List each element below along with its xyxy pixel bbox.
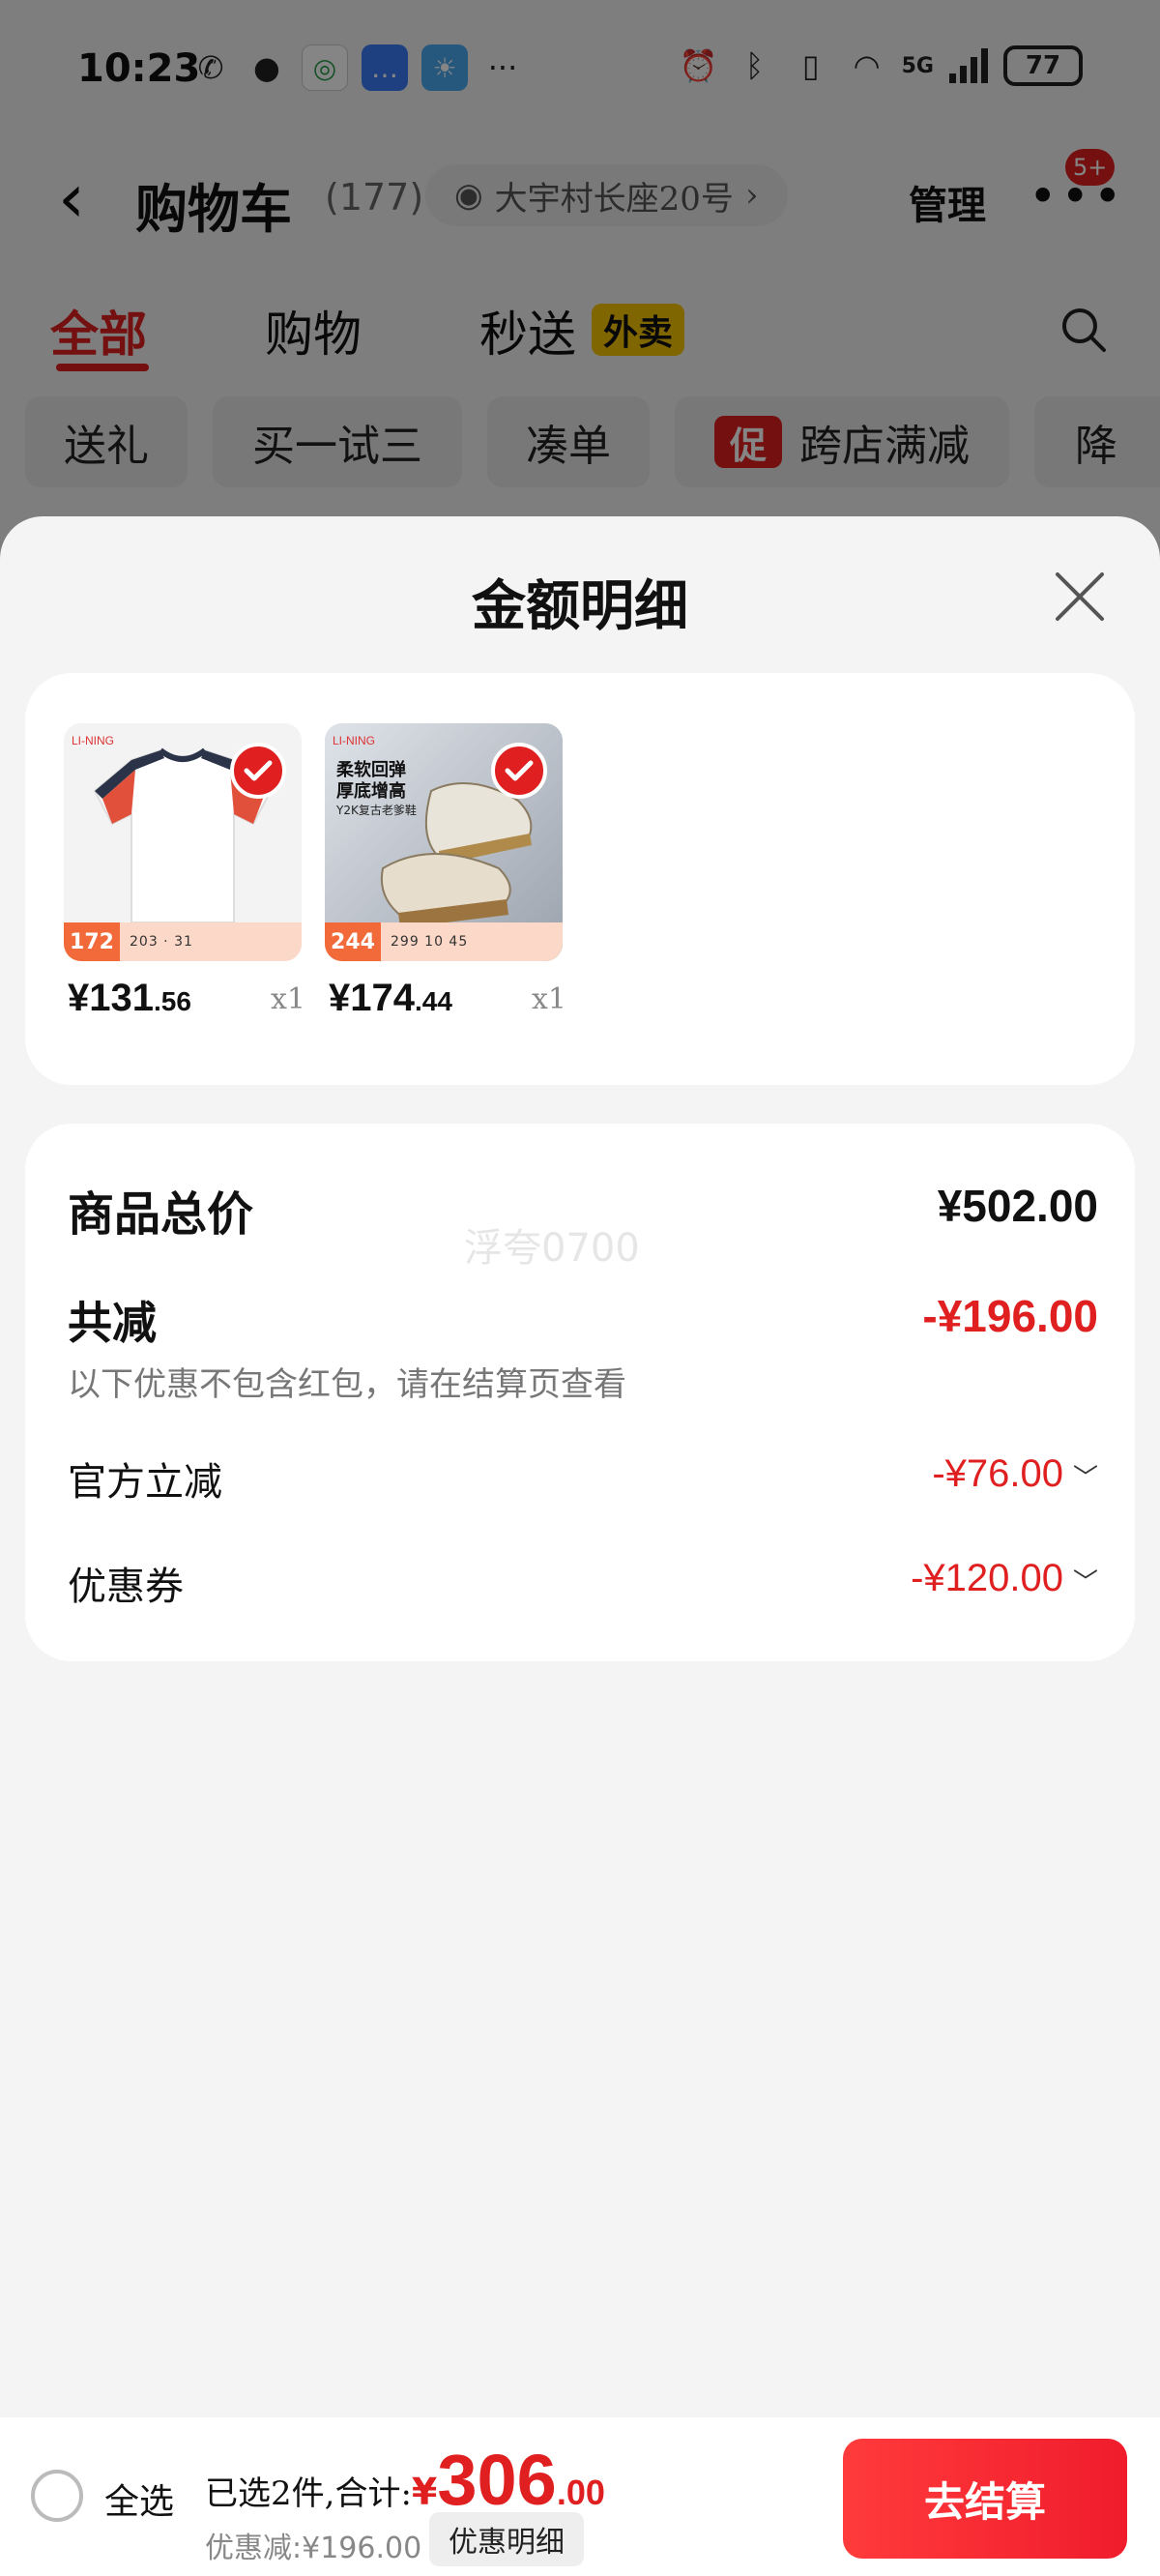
strip-price: 172 — [64, 922, 120, 961]
promo-text-2: 厚底增高 — [336, 780, 406, 802]
strip-price: 244 — [325, 922, 381, 961]
official-discount-label: 官方立减 — [68, 1460, 222, 1505]
checkout-label: 去结算 — [923, 2477, 1046, 2526]
selected-count-text: 已选2件,合计: — [205, 2474, 412, 2513]
total-reduction-row: 共减 -¥196.00 以下优惠不包含红包，请在结算页查看 — [68, 1288, 1098, 1414]
checked-icon[interactable] — [491, 743, 547, 799]
product-price: ¥131.56 — [68, 977, 191, 1020]
checked-icon[interactable] — [230, 743, 286, 799]
price-integer: ¥131 — [68, 977, 154, 1019]
reduction-note: 以下优惠不包含红包，请在结算页查看 — [68, 1365, 626, 1404]
selected-products-card: LI-NING 172 203 · 31 ¥131.56 x1 LI-NING … — [25, 673, 1135, 1085]
total-decimal: .00 — [556, 2473, 605, 2512]
price-decimal: .44 — [414, 986, 452, 1016]
coupon-value: -¥120.00 ﹀ — [911, 1557, 1098, 1600]
total-reduction-value: -¥196.00 — [922, 1291, 1098, 1341]
select-all-checkbox[interactable] — [31, 2470, 83, 2522]
official-discount-amount: -¥76.00 — [932, 1452, 1063, 1495]
checkout-bar: 全选 已选2件,合计: ¥ 306 .00 优惠减:¥196.00 优惠明细 去… — [0, 2417, 1160, 2576]
sheet-title: 金额明细 — [472, 574, 688, 638]
discount-detail-button[interactable]: 优惠明细 — [429, 2512, 584, 2566]
product-price-strip: 172 203 · 31 — [64, 922, 302, 961]
product-price: ¥174.44 — [329, 977, 452, 1020]
coupon-row[interactable]: 优惠券 -¥120.00 ﹀ — [68, 1555, 1098, 1617]
product-item[interactable]: LI-NING 柔软回弹 厚底增高 Y2K复古老爹鞋 244 299 10 45… — [325, 723, 566, 1019]
total-price-value: ¥502.00 — [937, 1181, 1098, 1231]
discount-summary: 优惠减:¥196.00 — [205, 2532, 422, 2565]
price-decimal: .56 — [153, 986, 191, 1016]
promo-text-3: Y2K复古老爹鞋 — [335, 803, 417, 817]
amount-detail-sheet: 金额明细 LI-NING 172 203 · 31 ¥131.56 x1 LI-… — [0, 516, 1160, 2576]
chevron-down-icon: ﹀ — [1072, 1567, 1098, 1596]
official-discount-row[interactable]: 官方立减 -¥76.00 ﹀ — [68, 1450, 1098, 1512]
chevron-down-icon: ﹀ — [1072, 1463, 1098, 1492]
close-icon[interactable] — [1046, 563, 1114, 630]
selected-total: 已选2件,合计: ¥ 306 .00 — [205, 2439, 605, 2521]
price-summary-card: 浮夸0700 商品总价 ¥502.00 共减 -¥196.00 以下优惠不包含红… — [25, 1124, 1135, 1661]
product-quantity: x1 — [270, 982, 305, 1016]
svg-text:LI-NING: LI-NING — [333, 734, 375, 747]
coupon-label: 优惠券 — [68, 1565, 184, 1609]
price-integer: ¥174 — [329, 977, 415, 1019]
promo-text-1: 柔软回弹 — [336, 759, 406, 780]
product-image-tshirt: LI-NING 172 203 · 31 — [64, 723, 302, 961]
strip-numbers: 203 · 31 — [130, 934, 193, 950]
product-price-strip: 244 299 10 45 — [325, 922, 563, 961]
modal-overlay[interactable] — [0, 0, 1160, 542]
total-price-label: 商品总价 — [68, 1187, 254, 1242]
select-all-label[interactable]: 全选 — [104, 2474, 174, 2524]
total-price-row: 商品总价 ¥502.00 — [68, 1176, 1098, 1244]
product-item[interactable]: LI-NING 172 203 · 31 ¥131.56 x1 — [64, 723, 305, 1019]
total-integer: 306 — [437, 2440, 557, 2520]
coupon-amount: -¥120.00 — [911, 1557, 1063, 1599]
total-currency: ¥ — [411, 2471, 438, 2513]
svg-text:LI-NING: LI-NING — [72, 734, 114, 747]
total-reduction-label: 共减 — [68, 1297, 157, 1349]
product-image-shoes: LI-NING 柔软回弹 厚底增高 Y2K复古老爹鞋 244 299 10 45 — [325, 723, 563, 961]
checkout-button[interactable]: 去结算 — [843, 2439, 1127, 2559]
strip-numbers: 299 10 45 — [391, 934, 469, 950]
official-discount-value: -¥76.00 ﹀ — [932, 1452, 1098, 1496]
product-quantity: x1 — [531, 982, 566, 1016]
discount-detail-label: 优惠明细 — [449, 2526, 565, 2560]
